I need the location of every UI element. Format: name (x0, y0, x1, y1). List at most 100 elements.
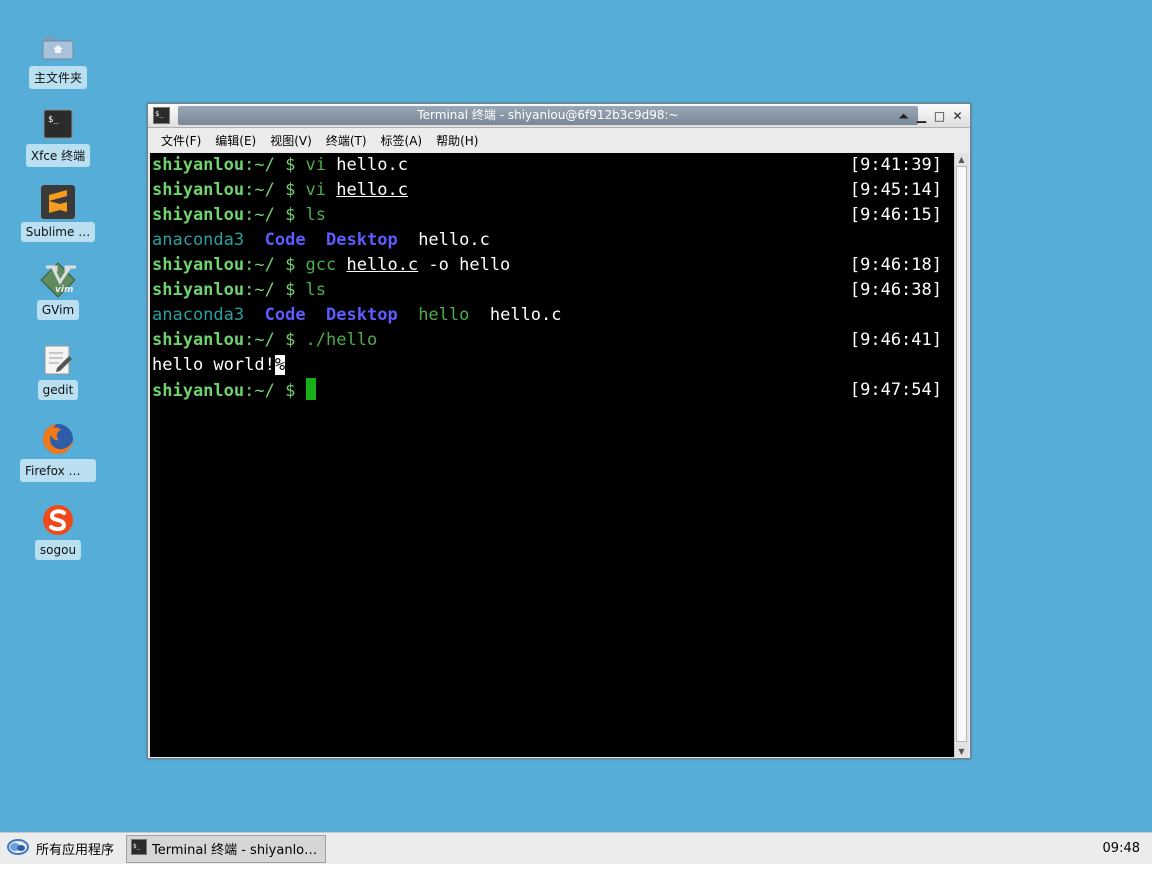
prompt-user: shiyanlou (152, 155, 245, 175)
terminal-icon: $_ (40, 106, 76, 142)
desktop-icon-label: gedit (37, 380, 79, 400)
window-titlebar[interactable]: $_ Terminal 终端 - shiyanlou@6f912b3c9d98:… (148, 104, 970, 128)
prompt-user: shiyanlou (152, 255, 245, 275)
prompt-path: :~/ $ (244, 205, 306, 225)
scrollbar-thumb[interactable] (956, 166, 967, 742)
taskbar-item-terminal[interactable]: $_ Terminal 终端 - shiyanlou@6f912b3c9d98:… (126, 834, 327, 863)
prompt-path: :~/ $ (244, 330, 306, 350)
menu-file[interactable]: 文件(F) (155, 132, 207, 149)
timestamp: [9:46:18] (849, 255, 942, 275)
menu-help[interactable]: 帮助(H) (430, 132, 484, 149)
timestamp: [9:46:38] (849, 280, 942, 300)
desktop-icon-terminal[interactable]: $_ Xfce 终端 (20, 106, 96, 167)
svg-text:$_: $_ (155, 110, 164, 118)
menu-view[interactable]: 视图(V) (264, 132, 318, 149)
prompt-user: shiyanlou (152, 180, 245, 200)
terminal-line: shiyanlou:~/ $ ls [9:46:38] (152, 278, 954, 303)
desktop-icon-label: GVim (36, 300, 80, 320)
prompt-user: shiyanlou (152, 280, 245, 300)
desktop-icon-gedit[interactable]: gedit (20, 342, 96, 400)
terminal-line: anaconda3 Code Desktop hello hello.c (152, 303, 954, 328)
output-text: anaconda3 (152, 230, 245, 250)
maximize-icon: □ (933, 109, 946, 123)
shade-icon: ⏶ (898, 108, 909, 123)
sublime-icon (40, 184, 76, 220)
command-arg (326, 180, 336, 200)
terminal-line: shiyanlou:~/ $ ls [9:46:15] (152, 203, 954, 228)
vertical-scrollbar[interactable]: ▲ ▼ (954, 153, 968, 757)
command-name: gcc (305, 255, 337, 275)
desktop-icon-label: Firefox 网… (20, 459, 96, 482)
timestamp: [9:41:39] (849, 155, 942, 175)
terminal-window[interactable]: $_ Terminal 终端 - shiyanlou@6f912b3c9d98:… (147, 103, 971, 759)
shade-button[interactable]: ⏶ (895, 107, 912, 125)
command-arg (336, 255, 346, 275)
firefox-icon (40, 421, 76, 457)
svg-text:vim: vim (55, 285, 73, 295)
output-text: hello (418, 305, 470, 325)
svg-text:$_: $_ (133, 843, 141, 850)
scroll-down-icon[interactable]: ▼ (955, 745, 968, 757)
desktop-icon-home[interactable]: 主文件夹 (20, 28, 96, 89)
output-text: Desktop (326, 305, 398, 325)
prompt-path: :~/ $ (244, 381, 306, 401)
terminal-icon: $_ (131, 838, 148, 859)
minimize-button[interactable]: ▁ (913, 107, 930, 125)
output-text: Code (264, 305, 306, 325)
timestamp: [9:45:14] (849, 180, 942, 200)
menu-edit[interactable]: 编辑(E) (209, 132, 262, 149)
desktop-icon-label: 主文件夹 (28, 66, 87, 89)
terminal-icon: $_ (153, 107, 170, 124)
svg-text:$_: $_ (48, 115, 59, 125)
text-editor-icon (40, 342, 76, 378)
desktop-icon-sublime[interactable]: Sublime … (20, 184, 96, 242)
command-name: ls (305, 280, 327, 300)
minimize-icon: ▁ (916, 109, 927, 123)
home-folder-icon (40, 28, 76, 64)
prompt-user: shiyanlou (152, 205, 245, 225)
prompt-path: :~/ $ (244, 180, 306, 200)
output-text: hello.c (418, 230, 490, 250)
applications-menu-icon (6, 838, 30, 860)
window-title: Terminal 终端 - shiyanlou@6f912b3c9d98:~ (178, 106, 918, 125)
menu-tabs[interactable]: 标签(A) (375, 132, 429, 149)
timestamp: [9:46:15] (849, 205, 942, 225)
command-name: vi (305, 155, 327, 175)
terminal-line: shiyanlou:~/ $ gcc hello.c -o hello [9:46… (152, 253, 954, 278)
terminal-line: anaconda3 Code Desktop hello.c (152, 228, 954, 253)
sogou-icon (40, 502, 76, 538)
desktop-icon-sogou[interactable]: sogou (20, 502, 96, 560)
taskbar: 所有应用程序 $_ Terminal 终端 - shiyanlou@6f912b… (0, 832, 1152, 864)
applications-menu-button[interactable]: 所有应用程序 (0, 834, 122, 864)
output-text: Desktop (326, 230, 398, 250)
terminal-line: shiyanlou:~/ $ [9:47:54] (152, 378, 954, 403)
terminal-line: hello world!% (152, 353, 954, 378)
menu-bar: 文件(F) 编辑(E) 视图(V) 终端(T) 标签(A) 帮助(H) (148, 128, 970, 152)
command-name: ./hello (305, 330, 378, 350)
prompt-path: :~/ $ (244, 255, 306, 275)
taskbar-item-label: Terminal 终端 - shiyanlou@6f912b3c9d98:~ (152, 843, 321, 858)
command-arg (326, 155, 336, 175)
clock[interactable]: 09:48 (1103, 841, 1140, 856)
command-name: vi (305, 180, 327, 200)
menu-terminal[interactable]: 终端(T) (320, 132, 373, 149)
command-arg: hello.c (346, 255, 419, 275)
desktop-icon-label: sogou (34, 540, 82, 560)
timestamp: [9:47:54] (849, 380, 942, 400)
desktop-icon-label: Sublime … (20, 222, 96, 242)
text-cursor (305, 378, 316, 400)
desktop-icon-gvim[interactable]: vim GVim (20, 262, 96, 320)
desktop-icon-firefox[interactable]: Firefox 网… (20, 421, 96, 482)
terminal-output[interactable]: shiyanlou:~/ $ vi hello.c [9:41:39] shiyan… (150, 153, 954, 757)
desktop-icon-label: Xfce 终端 (25, 144, 91, 167)
close-button[interactable]: ✕ (949, 107, 966, 125)
scroll-up-icon[interactable]: ▲ (955, 153, 968, 165)
vim-icon: vim (40, 262, 76, 298)
maximize-button[interactable]: □ (931, 107, 948, 125)
